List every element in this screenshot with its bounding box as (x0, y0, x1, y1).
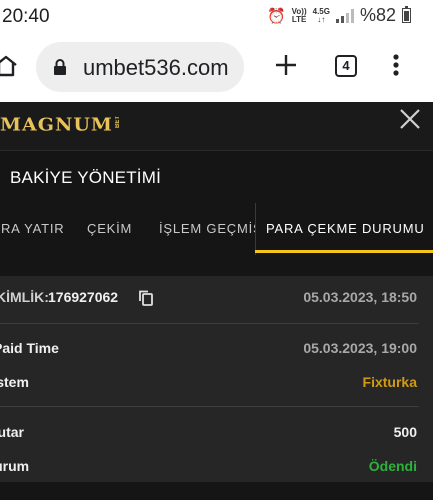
status-icons: ⏰ Vo)) LTE 4.5G ↓↑ %82 (267, 5, 411, 26)
url-text: umbet536.com (83, 55, 229, 80)
tab-deposit[interactable]: PARA YATIR (0, 221, 64, 236)
status-badge: Ödendi (368, 458, 417, 474)
paid-time-label: Paid Time (0, 340, 59, 356)
paid-time-value: 05.03.2023, 19:00 (303, 340, 417, 356)
amount-label: Tutar (0, 424, 24, 440)
withdrawal-card: KİMLİK: 176927062 05.03.2023, 18:50 Paid… (0, 276, 433, 482)
amount-value: 500 (393, 424, 417, 440)
address-bar[interactable]: umbet536.com (36, 42, 244, 92)
divider (0, 323, 419, 324)
tab-switcher-button[interactable]: 4 (335, 55, 357, 77)
section-header: BAKİYE YÖNETİMİ (0, 150, 433, 203)
system-value: Fixturka (362, 374, 417, 390)
home-icon[interactable] (0, 54, 18, 78)
tab-bar: PARA YATIR ÇEKİM İŞLEM GEÇMİŞİ PARA ÇEKM… (0, 203, 433, 255)
tab-withdrawal-status[interactable]: PARA ÇEKME DURUMU (266, 221, 425, 236)
battery-percent: %82 (359, 5, 396, 25)
clock: 20:40 (2, 6, 50, 27)
alarm-icon: ⏰ (266, 7, 286, 25)
active-tab-indicator (255, 250, 433, 253)
tab-divider (255, 203, 256, 255)
tab-withdraw[interactable]: ÇEKİM (87, 221, 132, 236)
status-bar: 20:40 ⏰ Vo)) LTE 4.5G ↓↑ %82 (0, 0, 433, 34)
network-type: 4.5G ↓↑ (312, 6, 330, 24)
divider (0, 406, 419, 407)
id-label: KİMLİK: (0, 289, 49, 305)
created-date: 05.03.2023, 18:50 (303, 289, 417, 305)
tab-history[interactable]: İŞLEM GEÇMİŞİ (159, 221, 255, 236)
copy-icon[interactable] (139, 290, 153, 306)
volte-indicator: Vo)) LTE (291, 6, 307, 24)
overflow-menu-icon[interactable] (393, 54, 399, 76)
page-title: BAKİYE YÖNETİMİ (10, 168, 162, 187)
app-header: MAGNUM BET (0, 102, 433, 150)
id-value: 176927062 (48, 289, 119, 305)
status-label: Durum (0, 458, 30, 474)
browser-toolbar: umbet536.com 4 (0, 34, 433, 102)
new-tab-icon[interactable] (275, 54, 297, 76)
system-label: Sistem (0, 374, 29, 390)
magnumbet-logo[interactable]: MAGNUM BET (0, 114, 121, 138)
close-icon[interactable] (399, 108, 421, 130)
battery-icon (402, 6, 411, 23)
signal-icon (335, 8, 354, 23)
lock-icon (54, 59, 66, 75)
